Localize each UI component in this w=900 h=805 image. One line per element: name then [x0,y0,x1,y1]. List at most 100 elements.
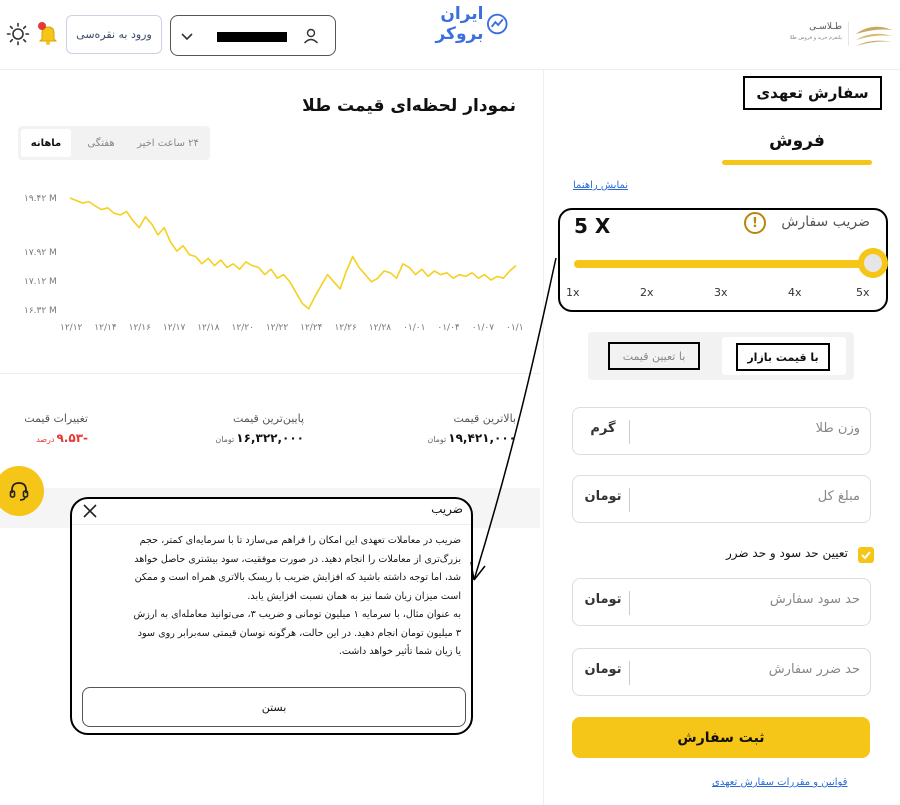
stat-high-value: ۱۹,۴۲۱,۰۰۰ [448,431,516,445]
rules-link[interactable]: قوانین و مقررات سفارش تعهدی [712,777,847,788]
weight-input[interactable] [640,421,860,436]
take-profit-unit: تومان [584,592,622,607]
slider-thumb-inner [864,254,882,272]
tab-24h[interactable]: ۲۴ ساعت اخیر [128,129,208,157]
leverage-section: 5 X ! ضریب سفارش 1x 2x 3x 4x 5x [558,208,888,312]
x-tick-label: ۱۲/۲۴ [300,323,323,333]
x-tick-label: ۱۲/۲۰ [232,323,254,333]
weight-field: گرم [572,407,871,455]
active-tab-indicator [722,160,872,165]
order-panel: سفارش تعهدی فروش نمایش راهنما 5 X ! ضریب… [543,70,900,805]
chevron-down-icon [179,28,195,44]
user-icon [301,26,321,46]
tab-monthly[interactable]: ماهانه [21,129,71,157]
price-line-chart: ۱۹.۴۲ M ۱۷.۹۲ M ۱۷.۱۲ M ۱۶.۳۲ M۱۲/۱۲ ۱۲/۱۴ ۱۲… [24,194,524,333]
stat-change-label: تغییرات قیمت [24,412,88,425]
talasi-logo[interactable]: طـلاسـی پلتفرم خرید و فروش طلا [782,20,898,50]
leverage-label: ضریب سفارش [781,214,870,230]
close-icon[interactable] [82,503,98,519]
leverage-tick[interactable]: 5x [856,286,870,299]
limit-price-button[interactable]: با تعیین قیمت [608,342,700,370]
sun-icon[interactable] [4,20,32,48]
stat-low-unit: تومان [215,435,235,444]
modal-line: بزرگ‌تری از معاملات را انجام دهید. در صو… [134,553,461,565]
y-tick-label: ۱۹.۴۲ M [24,194,57,204]
leverage-tick[interactable]: 1x [566,286,580,299]
modal-line: ۳ میلیون تومان انجام دهید. در این حالت، … [137,627,461,639]
checkbox-checked-icon[interactable] [858,547,874,563]
y-tick-label: ۱۶.۳۲ M [24,306,57,316]
leverage-value: 5 X [574,214,611,238]
top-header: ورود به نقره‌سی ایران بروکر طـلاسـی پلتف… [0,0,900,70]
stat-high: بالاترین قیمت ۱۹,۴۲۱,۰۰۰تومان [427,412,516,445]
leverage-tick[interactable]: 3x [714,286,728,299]
modal-line: است میزان زیان شما نیز به همان نسبت افزا… [247,590,461,602]
market-price-button[interactable]: با قیمت بازار [722,337,846,375]
field-separator [629,420,630,444]
stat-change-value: -۹.۵۳ [56,431,88,445]
user-account-select[interactable] [170,15,336,56]
period-tabs: ۲۴ ساعت اخیر هفتگی ماهانه [18,126,210,160]
order-type-title: سفارش تعهدی [743,76,882,110]
x-tick-label: ۱۲/۲۶ [334,323,357,333]
brand-logo[interactable]: ایران بروکر [393,4,508,44]
take-profit-field: تومان [572,578,871,626]
info-icon[interactable]: ! [744,212,766,234]
x-tick-label: ۱۲/۱۲ [60,323,83,333]
x-tick-label: ۰۱/۰۱ [403,323,425,333]
leverage-slider-thumb[interactable] [858,248,888,278]
leverage-slider-track[interactable] [574,260,866,268]
total-amount-input[interactable] [640,489,860,504]
x-tick-label: ۱۲/۱۸ [197,323,220,333]
price-type-toggle: با قیمت بازار با تعیین قیمت [588,332,854,380]
y-tick-label: ۱۷.۹۲ M [24,248,57,258]
modal-line: یا زیان شما تأثیر خواهد داشت. [338,646,461,657]
leverage-info-modal: ضریب ضریب در معاملات تعهدی این امکان را … [70,497,473,735]
tab-sell[interactable]: فروش [722,126,872,156]
field-separator [629,661,630,685]
total-amount-unit: تومان [584,489,622,504]
x-tick-label: ۱۲/۲۲ [266,323,289,333]
stat-change-unit: درصد [36,435,55,444]
y-tick-label: ۱۷.۱۲ M [24,277,57,287]
leverage-tick[interactable]: 4x [788,286,802,299]
stop-loss-unit: تومان [584,662,622,677]
divider [0,373,540,374]
guide-link[interactable]: نمایش راهنما [573,180,628,191]
take-profit-input[interactable] [640,592,860,607]
stop-loss-input[interactable] [640,662,860,677]
field-separator [629,591,630,615]
talasi-tagline: پلتفرم خرید و فروش طلا [789,35,842,41]
x-tick-label: ۰۱/۰۴ [437,323,460,333]
gold-bars-icon [848,22,892,46]
modal-header: ضریب [72,499,471,525]
x-tick-label: ۱۲/۱۴ [94,323,117,333]
x-tick-label: ۱۲/۲۸ [369,323,392,333]
modal-body: ضریب در معاملات تعهدی این امکان را فراهم… [78,532,461,662]
modal-line: ضریب در معاملات تعهدی این امکان را فراهم… [139,535,461,546]
stat-low-label: پایین‌ترین قیمت [233,412,304,425]
modal-title: ضریب [431,502,463,516]
stop-loss-field: تومان [572,648,871,696]
stat-low-value: ۱۶,۳۲۲,۰۰۰ [236,431,304,445]
notification-dot [38,22,46,30]
modal-close-button[interactable]: بستن [82,687,466,727]
x-tick-label: ۰۱/۰۷ [472,323,495,333]
stat-high-unit: تومان [427,435,447,444]
redacted-username [217,32,287,42]
stat-change: تغییرات قیمت -۹.۵۳درصد [24,412,88,445]
submit-order-button[interactable]: ثبت سفارش [572,717,870,758]
x-tick-label: ۱۲/۱۷ [163,323,186,333]
weight-unit: گرم [590,421,616,436]
price-series-line [69,197,517,310]
tp-sl-toggle[interactable]: تعیین حد سود و حد ضرر [674,545,874,565]
modal-line: شد، اما توجه داشته باشید که افزایش ضریب … [134,572,461,583]
modal-line: به عنوان مثال، با سرمایه ۱ میلیون تومانی… [133,609,461,620]
talasi-name: طـلاسـی [809,22,842,32]
tab-weekly[interactable]: هفتگی [76,129,126,157]
login-button[interactable]: ورود به نقره‌سی [66,15,162,54]
field-separator [629,488,630,512]
stat-low: پایین‌ترین قیمت ۱۶,۳۲۲,۰۰۰تومان [215,412,304,445]
brand-chart-icon [487,13,508,35]
leverage-tick[interactable]: 2x [640,286,654,299]
